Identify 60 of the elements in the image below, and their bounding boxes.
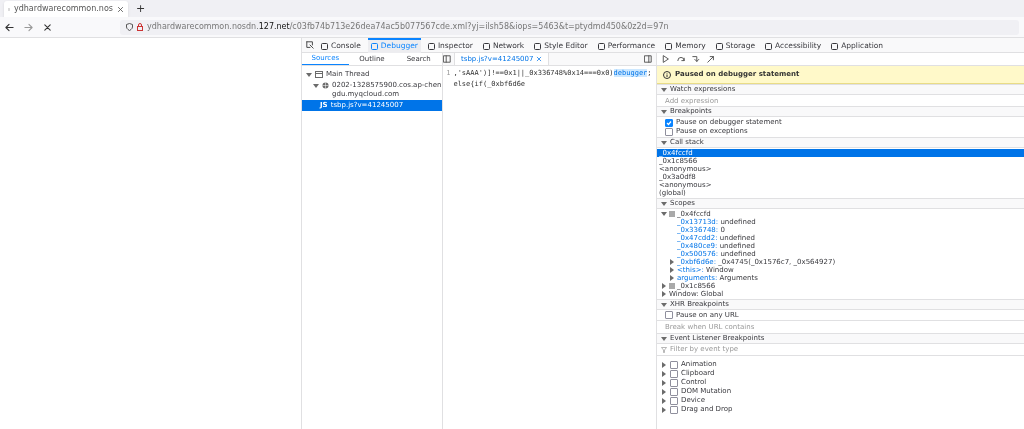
list-icon	[669, 283, 675, 289]
collapsed-arrow-icon[interactable]	[669, 259, 675, 265]
sidebar-toggle-icon[interactable]	[644, 55, 652, 63]
forward-icon[interactable]	[24, 22, 33, 32]
window-icon	[315, 71, 323, 78]
checkbox[interactable]	[670, 396, 678, 405]
expanded-arrow-icon[interactable]	[661, 301, 667, 308]
filter-icon	[661, 346, 667, 353]
expanded-arrow-icon[interactable]	[661, 108, 667, 115]
tool-icon	[370, 42, 378, 50]
stop-icon[interactable]	[43, 22, 52, 32]
expanded-arrow-icon[interactable]	[661, 200, 667, 207]
checkbox[interactable]	[670, 387, 678, 396]
address-bar[interactable]: ydhardwarecommon.nosdn.127.net/c03fb74b713e26dea74ac5b077567cde.xml?yj=ilsh58&iops=5463&t=ptydmd450&0z2d=97n	[120, 19, 1019, 35]
collapsed-arrow-icon[interactable]	[661, 370, 667, 377]
step-out-icon[interactable]	[707, 55, 715, 63]
collapsed-arrow-icon[interactable]	[661, 291, 667, 297]
expanded-arrow-icon[interactable]	[661, 335, 667, 342]
collapsed-arrow-icon[interactable]	[661, 361, 667, 368]
checkbox[interactable]	[670, 405, 678, 414]
list-icon	[669, 211, 675, 217]
expanded-arrow-icon[interactable]	[661, 139, 667, 146]
collapsed-arrow-icon[interactable]	[669, 267, 675, 273]
collapsed-arrow-icon[interactable]	[661, 283, 667, 289]
checkbox[interactable]	[670, 360, 678, 369]
tool-icon	[715, 42, 723, 50]
checkbox[interactable]	[665, 127, 673, 136]
tool-icon	[765, 42, 773, 50]
checkbox[interactable]	[670, 378, 678, 387]
checkbox[interactable]	[670, 369, 678, 378]
expanded-arrow-icon[interactable]	[661, 211, 667, 217]
tool-icon	[534, 42, 542, 50]
sidebar-toggle-icon[interactable]	[443, 55, 451, 63]
tool-icon	[482, 42, 490, 50]
tool-icon	[427, 42, 435, 50]
tool-icon	[321, 42, 328, 50]
collapsed-arrow-icon[interactable]	[661, 406, 667, 413]
collapsed-arrow-icon[interactable]	[661, 388, 667, 395]
checkbox[interactable]	[665, 311, 673, 319]
back-icon[interactable]	[5, 22, 14, 32]
step-over-icon[interactable]	[677, 55, 685, 63]
collapsed-arrow-icon[interactable]	[661, 379, 667, 386]
element-picker-icon[interactable]	[306, 41, 314, 49]
globe-icon	[322, 82, 329, 89]
lock-icon[interactable]	[137, 23, 143, 31]
checkbox[interactable]	[665, 118, 673, 127]
collapsed-arrow-icon[interactable]	[661, 397, 667, 404]
tool-icon	[597, 42, 605, 50]
browser-tab[interactable]: ydhardwarecommon.nos	[4, 1, 128, 17]
tool-icon	[665, 42, 673, 50]
collapsed-arrow-icon[interactable]	[669, 275, 675, 281]
close-icon[interactable]	[117, 5, 124, 13]
shield-icon[interactable]	[126, 23, 133, 31]
step-in-icon[interactable]	[692, 55, 700, 63]
resume-icon[interactable]	[662, 55, 670, 63]
close-icon[interactable]	[536, 56, 543, 62]
expanded-arrow-icon[interactable]	[661, 86, 667, 93]
info-icon	[663, 70, 671, 79]
new-tab-button[interactable]: +	[136, 2, 146, 16]
tool-icon	[831, 42, 839, 50]
